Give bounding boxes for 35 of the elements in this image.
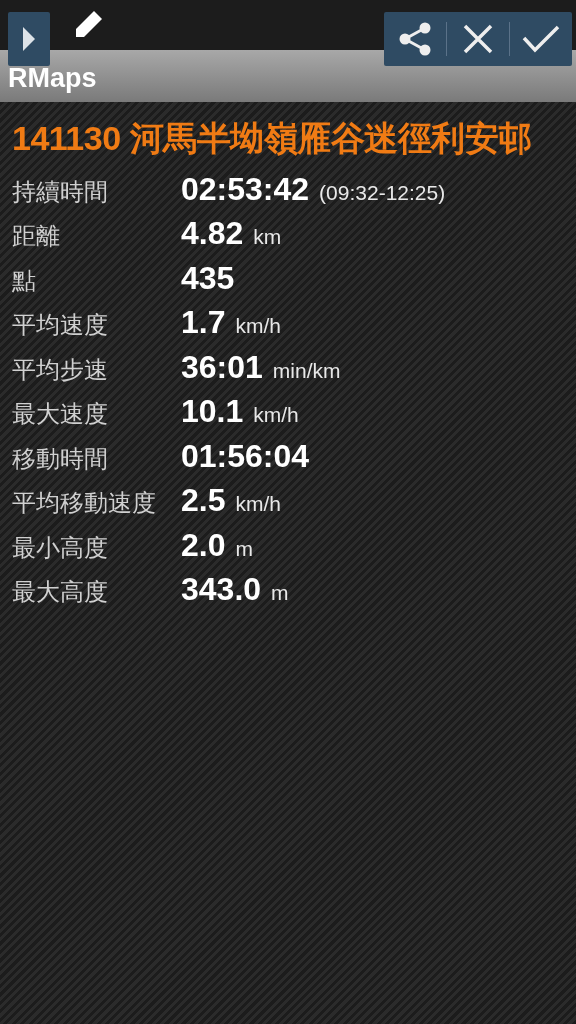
stat-label: 距離 [12, 221, 61, 252]
stat-value: 02:53:42 [181, 170, 310, 208]
stat-unit: m [235, 536, 253, 561]
stat-label: 最大速度 [12, 399, 109, 430]
track-title: 141130 河馬半坳嶺雁谷迷徑利安邨 [12, 118, 533, 159]
stat-label: 平均移動速度 [12, 488, 157, 519]
stat-value: 2.5 [181, 482, 226, 520]
stat-unit: m [271, 581, 289, 606]
stat-value: 4.82 [181, 215, 244, 253]
stat-label: 最大高度 [12, 577, 109, 608]
stat-unit: (09:32-12:25) [319, 180, 446, 205]
stat-label: 平均速度 [12, 310, 109, 341]
stat-value: 343.0 [181, 571, 262, 609]
expand-button[interactable] [8, 12, 50, 66]
close-icon [462, 23, 494, 55]
share-icon [397, 21, 433, 57]
app-title: RMaps [8, 63, 97, 94]
stat-unit: km [253, 225, 282, 250]
stat-label: 移動時間 [12, 443, 109, 474]
stat-value: 36:01 [181, 348, 263, 386]
stat-label: 最小高度 [12, 532, 109, 563]
play-icon [22, 26, 36, 52]
stat-value: 2.0 [181, 526, 226, 564]
stat-value: 435 [181, 259, 235, 297]
stat-value: 01:56:04 [181, 437, 310, 475]
stat-unit: km/h [235, 314, 281, 339]
stat-value: 1.7 [181, 304, 226, 342]
stat-label: 持續時間 [12, 176, 109, 207]
stat-value: 10.1 [181, 393, 244, 431]
stat-unit: km/h [253, 403, 299, 428]
stat-unit: km/h [235, 492, 281, 517]
stat-label: 平均步速 [12, 354, 109, 385]
checkmark-icon [522, 24, 560, 54]
stat-unit: min/km [272, 358, 341, 383]
stat-label: 點 [12, 265, 37, 296]
